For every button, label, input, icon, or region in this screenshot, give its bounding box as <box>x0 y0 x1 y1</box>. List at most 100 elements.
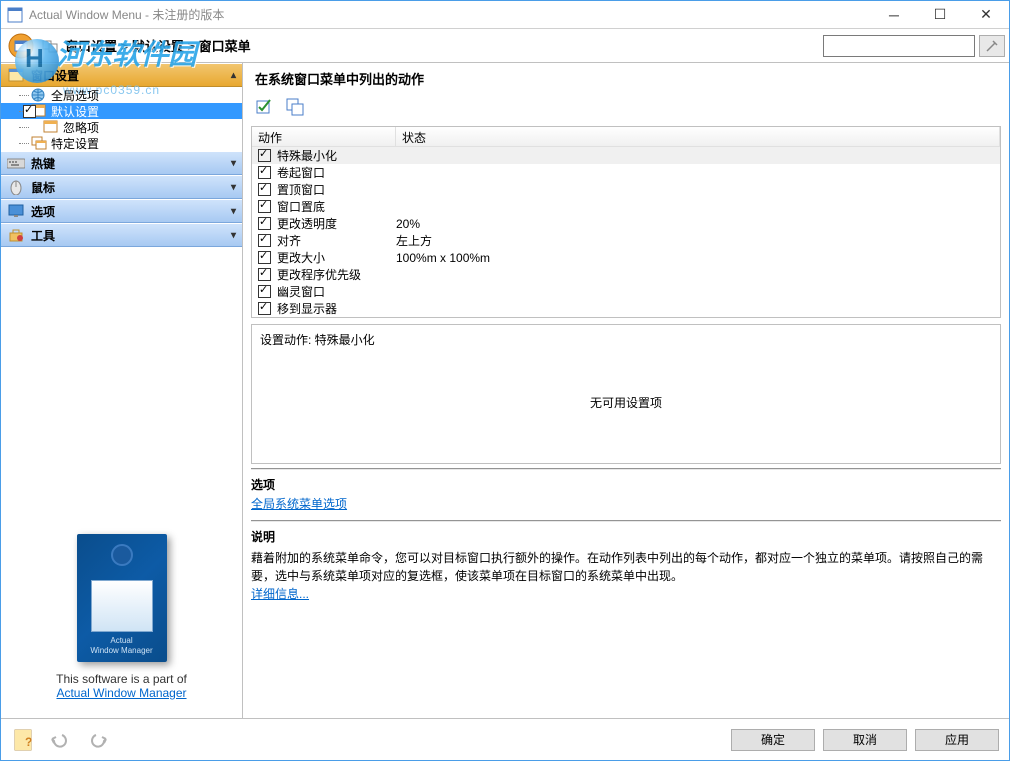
action-row[interactable]: 更改透明度20% <box>252 215 1000 232</box>
globe-icon <box>31 88 47 102</box>
promo-link[interactable]: Actual Window Manager <box>56 686 186 700</box>
no-settings-msg: 无可用设置项 <box>260 348 992 457</box>
action-row[interactable]: 卷起窗口 <box>252 164 1000 181</box>
action-row[interactable]: 更改大小100%m x 100%m <box>252 249 1000 266</box>
chevron-down-icon: ▾ <box>231 158 236 169</box>
app-icon <box>7 7 23 23</box>
options-section: 选项 全局系统菜单选项 <box>251 468 1001 516</box>
action-label: 对齐 <box>277 232 396 249</box>
keyboard-icon <box>7 157 25 169</box>
action-label: 移到显示器 <box>277 300 396 317</box>
action-row[interactable]: 幽灵窗口 <box>252 283 1000 300</box>
checkbox-icon[interactable] <box>258 302 271 315</box>
action-row[interactable]: 移到显示器 <box>252 300 1000 317</box>
breadcrumb: 窗口设置 > 默认设置 > 窗口菜单 <box>65 36 251 55</box>
chevron-down-icon: ▾ <box>231 230 236 241</box>
ok-button[interactable]: 确定 <box>731 729 815 751</box>
settings-label: 设置动作: 特殊最小化 <box>260 331 992 348</box>
search-input[interactable] <box>823 35 975 57</box>
options-title: 选项 <box>251 474 1001 495</box>
redo-button[interactable] <box>83 726 111 754</box>
window-title: Actual Window Menu - 未注册的版本 <box>29 6 871 23</box>
action-label: 特殊最小化 <box>277 147 396 164</box>
tree-label: 特定设置 <box>51 135 99 152</box>
minimize-button[interactable]: ─ <box>871 1 917 28</box>
check-all-button[interactable] <box>255 96 277 118</box>
windows-icon <box>31 136 47 150</box>
action-label: 更改大小 <box>277 249 396 266</box>
action-label: 幽灵窗口 <box>277 283 396 300</box>
svg-text:?: ? <box>25 735 32 749</box>
tree-label: 默认设置 <box>51 103 99 120</box>
tree-item-default[interactable]: 默认设置 <box>1 103 242 119</box>
global-menu-options-link[interactable]: 全局系统菜单选项 <box>251 497 347 511</box>
checkbox-icon[interactable] <box>258 251 271 264</box>
action-label: 更改程序优先级 <box>277 266 396 283</box>
titlebar: Actual Window Menu - 未注册的版本 ─ ☐ ✕ <box>1 1 1009 29</box>
apply-button[interactable]: 应用 <box>915 729 999 751</box>
checkbox-icon[interactable] <box>23 105 36 118</box>
tree-label: 忽略项 <box>63 119 99 136</box>
action-state: 20% <box>396 217 1000 231</box>
col-action[interactable]: 动作 <box>252 127 396 147</box>
more-info-link[interactable]: 详细信息... <box>251 587 309 601</box>
tools-icon <box>8 227 24 243</box>
main-title: 在系统窗口菜单中列出的动作 <box>243 63 1009 92</box>
buttonbar: ? 确定 取消 应用 <box>1 718 1009 760</box>
action-label: 窗口置底 <box>277 198 396 215</box>
mouse-icon <box>8 179 24 195</box>
close-button[interactable]: ✕ <box>963 1 1009 28</box>
desc-text: 藉着附加的系统菜单命令，您可以对目标窗口执行额外的操作。在动作列表中列出的每个动… <box>251 547 1001 585</box>
action-row[interactable]: 置顶窗口 <box>252 181 1000 198</box>
chevron-down-icon: ▾ <box>231 206 236 217</box>
maximize-button[interactable]: ☐ <box>917 1 963 28</box>
col-state[interactable]: 状态 <box>396 127 1000 147</box>
action-label: 卷起窗口 <box>277 164 396 181</box>
checkbox-icon[interactable] <box>258 166 271 179</box>
tree-item-ignore[interactable]: 忽略项 <box>1 119 242 135</box>
product-box-image <box>77 534 167 662</box>
accordion-window-settings[interactable]: 窗口设置 ▴ <box>1 63 242 87</box>
accordion-label: 鼠标 <box>31 179 55 196</box>
action-label: 置顶窗口 <box>277 181 396 198</box>
promo: This software is a part of Actual Window… <box>1 524 242 718</box>
promo-text: This software is a part of <box>1 672 242 686</box>
action-row[interactable]: 对齐左上方 <box>252 232 1000 249</box>
action-row[interactable]: 更改程序优先级 <box>252 266 1000 283</box>
checkbox-icon[interactable] <box>258 200 271 213</box>
accordion-hotkey[interactable]: 热键 ▾ <box>1 151 242 175</box>
monitor-icon <box>8 203 24 219</box>
sidebar: 窗口设置 ▴ 全局选项 默认设置 忽略项 <box>1 63 243 718</box>
action-row[interactable]: 窗口置底 <box>252 198 1000 215</box>
accordion-label: 选项 <box>31 203 55 220</box>
cancel-button[interactable]: 取消 <box>823 729 907 751</box>
action-label: 更改透明度 <box>277 215 396 232</box>
settings-pane: 设置动作: 特殊最小化 无可用设置项 <box>251 324 1001 464</box>
tree-item-specific[interactable]: 特定设置 <box>1 135 242 151</box>
search-button[interactable] <box>979 35 1005 57</box>
breadcrumb-icon <box>41 38 61 54</box>
accordion-tools[interactable]: 工具 ▾ <box>1 223 242 247</box>
checkbox-icon[interactable] <box>258 183 271 196</box>
action-table: 动作 状态 特殊最小化卷起窗口置顶窗口窗口置底更改透明度20%对齐左上方更改大小… <box>251 126 1001 318</box>
header-app-icon <box>5 31 41 61</box>
checkbox-icon[interactable] <box>258 234 271 247</box>
action-state: 100%m x 100%m <box>396 251 1000 265</box>
desc-section: 说明 藉着附加的系统菜单命令，您可以对目标窗口执行额外的操作。在动作列表中列出的… <box>251 520 1001 606</box>
accordion-mouse[interactable]: 鼠标 ▾ <box>1 175 242 199</box>
uncheck-all-button[interactable] <box>285 96 307 118</box>
accordion-label: 工具 <box>31 227 55 244</box>
action-row[interactable]: 特殊最小化 <box>252 147 1000 164</box>
action-state: 左上方 <box>396 232 1000 249</box>
accordion-options[interactable]: 选项 ▾ <box>1 199 242 223</box>
window-icon <box>43 120 59 134</box>
accordion-label: 窗口设置 <box>31 67 79 84</box>
help-button[interactable]: ? <box>11 726 39 754</box>
tree-item-global[interactable]: 全局选项 <box>1 87 242 103</box>
checkbox-icon[interactable] <box>258 149 271 162</box>
checkbox-icon[interactable] <box>258 285 271 298</box>
checkbox-icon[interactable] <box>258 217 271 230</box>
checkbox-icon[interactable] <box>258 268 271 281</box>
chevron-down-icon: ▾ <box>231 182 236 193</box>
undo-button[interactable] <box>47 726 75 754</box>
